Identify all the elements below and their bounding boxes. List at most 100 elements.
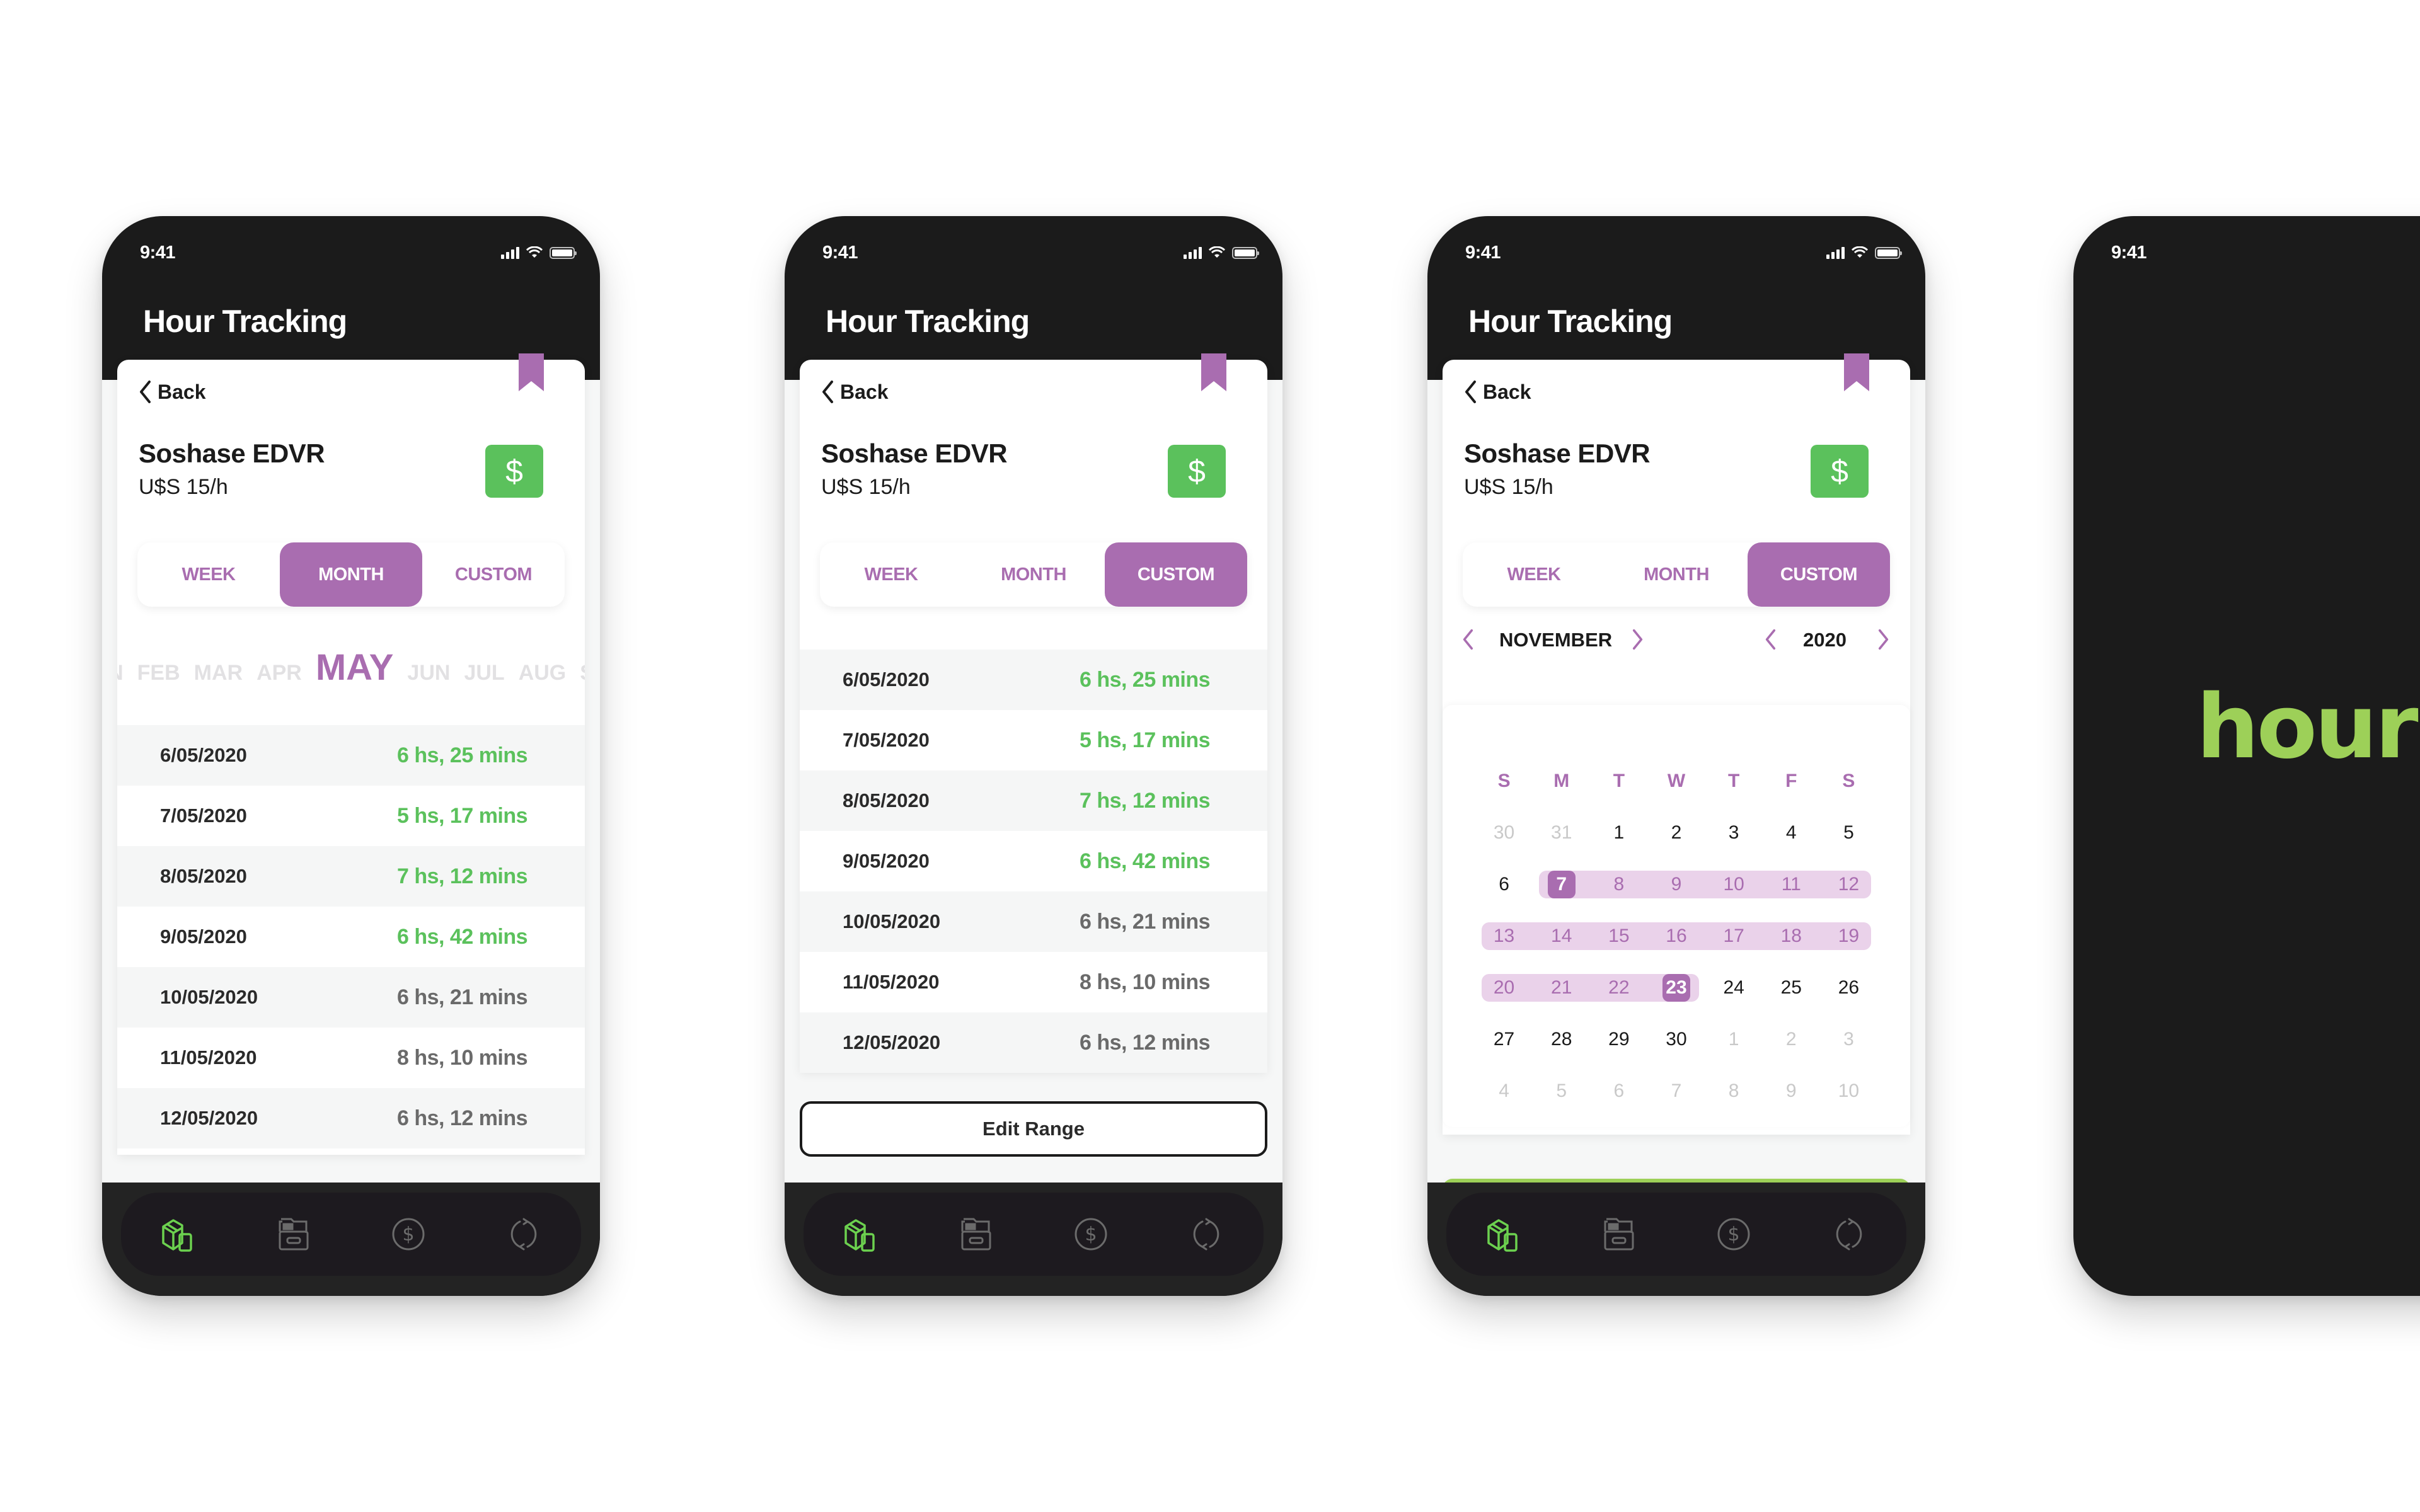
calendar-day[interactable]: 19 xyxy=(1820,922,1877,950)
calendar-day[interactable]: 25 xyxy=(1763,974,1820,1002)
calendar-day[interactable]: 2 xyxy=(1647,819,1705,847)
calendar-day[interactable]: 11 xyxy=(1763,871,1820,898)
calendar-day[interactable]: 30 xyxy=(1647,1026,1705,1053)
tab-archive[interactable] xyxy=(1600,1215,1638,1253)
calendar-day[interactable]: 26 xyxy=(1820,974,1877,1002)
tab-custom[interactable]: CUSTOM xyxy=(1105,542,1247,607)
entry-row[interactable]: 6/05/2020 6 hs, 25 mins xyxy=(117,725,585,786)
entry-row[interactable]: 11/05/2020 8 hs, 10 mins xyxy=(800,952,1267,1012)
prev-month-icon[interactable] xyxy=(1461,629,1474,650)
tab-archive[interactable] xyxy=(957,1215,995,1253)
tab-week[interactable]: WEEK xyxy=(137,542,280,607)
entry-row[interactable]: 7/05/2020 5 hs, 17 mins xyxy=(800,710,1267,770)
calendar-day[interactable]: 15 xyxy=(1590,922,1647,950)
calendar-day[interactable]: 10 xyxy=(1705,871,1763,898)
calendar-day[interactable]: 8 xyxy=(1590,871,1647,898)
calendar-day[interactable]: 2 xyxy=(1763,1026,1820,1053)
calendar-day[interactable]: 3 xyxy=(1705,819,1763,847)
back-button[interactable]: Back xyxy=(139,380,206,404)
calendar-day[interactable]: 9 xyxy=(1647,871,1705,898)
month-slider[interactable]: N FEB MAR APR MAY JUN JUL AUG S xyxy=(117,646,585,697)
calendar-day[interactable]: 16 xyxy=(1647,922,1705,950)
tab-sync[interactable] xyxy=(1187,1215,1225,1253)
entry-row[interactable]: 12/05/2020 6 hs, 12 mins xyxy=(117,1088,585,1148)
payment-button[interactable]: $ xyxy=(485,445,543,498)
month-selected[interactable]: MAY xyxy=(316,646,394,689)
bookmark-icon[interactable] xyxy=(519,353,544,391)
entry-row[interactable]: 12/05/2020 6 hs, 12 mins xyxy=(800,1012,1267,1073)
tab-month[interactable]: MONTH xyxy=(280,542,422,607)
month-option[interactable]: JUL xyxy=(464,661,504,685)
calendar-day[interactable]: 3 xyxy=(1820,1026,1877,1053)
tab-sync[interactable] xyxy=(1830,1215,1868,1253)
calendar-day[interactable]: 21 xyxy=(1533,974,1590,1002)
tab-sync[interactable] xyxy=(505,1215,543,1253)
calendar-day[interactable]: 7 xyxy=(1647,1077,1705,1105)
month-option[interactable]: JUN xyxy=(407,661,450,685)
tab-month[interactable]: MONTH xyxy=(1605,542,1748,607)
calendar-day[interactable]: 29 xyxy=(1590,1026,1647,1053)
calendar-day[interactable]: 31 xyxy=(1533,819,1590,847)
entry-row[interactable]: 10/05/2020 6 hs, 21 mins xyxy=(800,891,1267,952)
tab-projects[interactable] xyxy=(842,1215,880,1253)
calendar-day-selected[interactable]: 7 xyxy=(1533,871,1590,898)
bookmark-icon[interactable] xyxy=(1201,353,1226,391)
tab-payments[interactable] xyxy=(1072,1215,1110,1253)
tab-custom[interactable]: CUSTOM xyxy=(422,542,565,607)
calendar-day[interactable]: 6 xyxy=(1590,1077,1647,1105)
payment-button[interactable]: $ xyxy=(1168,445,1226,498)
tab-archive[interactable] xyxy=(275,1215,313,1253)
calendar-day[interactable]: 22 xyxy=(1590,974,1647,1002)
tab-week[interactable]: WEEK xyxy=(1463,542,1605,607)
next-year-icon[interactable] xyxy=(1877,629,1890,650)
calendar-day[interactable]: 1 xyxy=(1590,819,1647,847)
calendar-day[interactable]: 28 xyxy=(1533,1026,1590,1053)
tab-payments[interactable] xyxy=(1715,1215,1753,1253)
calendar-day[interactable]: 4 xyxy=(1475,1077,1533,1105)
tab-week[interactable]: WEEK xyxy=(820,542,962,607)
tab-month[interactable]: MONTH xyxy=(962,542,1105,607)
calendar-day[interactable]: 8 xyxy=(1705,1077,1763,1105)
calendar-day[interactable]: 20 xyxy=(1475,974,1533,1002)
entry-row[interactable]: 8/05/2020 7 hs, 12 mins xyxy=(117,846,585,907)
calendar-day[interactable]: 4 xyxy=(1763,819,1820,847)
entry-row[interactable]: 9/05/2020 6 hs, 42 mins xyxy=(800,831,1267,891)
entry-row[interactable]: 6/05/2020 6 hs, 25 mins xyxy=(800,650,1267,710)
calendar-day[interactable]: 13 xyxy=(1475,922,1533,950)
edit-range-button[interactable]: Edit Range xyxy=(800,1101,1267,1157)
calendar-day[interactable]: 27 xyxy=(1475,1026,1533,1053)
entry-row[interactable]: 7/05/2020 5 hs, 17 mins xyxy=(117,786,585,846)
tab-projects[interactable] xyxy=(159,1215,197,1253)
next-month-icon[interactable] xyxy=(1632,629,1644,650)
payment-button[interactable]: $ xyxy=(1811,445,1869,498)
month-option[interactable]: APR xyxy=(256,661,302,685)
month-option[interactable]: AUG xyxy=(519,661,567,685)
month-option[interactable]: MAR xyxy=(194,661,243,685)
month-option[interactable]: FEB xyxy=(137,661,180,685)
calendar-day[interactable]: 5 xyxy=(1820,819,1877,847)
calendar-day[interactable]: 12 xyxy=(1820,871,1877,898)
entry-row[interactable]: 9/05/2020 6 hs, 42 mins xyxy=(117,907,585,967)
calendar-day[interactable]: 5 xyxy=(1533,1077,1590,1105)
back-button[interactable]: Back xyxy=(1464,380,1531,404)
month-option[interactable]: S xyxy=(580,661,585,685)
tab-projects[interactable] xyxy=(1485,1215,1523,1253)
prev-year-icon[interactable] xyxy=(1764,629,1777,650)
entry-row[interactable]: 11/05/2020 8 hs, 10 mins xyxy=(117,1028,585,1088)
bookmark-icon[interactable] xyxy=(1844,353,1869,391)
calendar-day[interactable]: 17 xyxy=(1705,922,1763,950)
calendar-day[interactable]: 6 xyxy=(1475,871,1533,898)
tab-payments[interactable] xyxy=(389,1215,427,1253)
calendar-day[interactable]: 30 xyxy=(1475,819,1533,847)
entry-row[interactable]: 8/05/2020 7 hs, 12 mins xyxy=(800,770,1267,831)
calendar-day[interactable]: 1 xyxy=(1705,1026,1763,1053)
calendar-day[interactable]: 24 xyxy=(1705,974,1763,1002)
calendar-day-selected[interactable]: 23 xyxy=(1647,974,1705,1002)
calendar-day[interactable]: 10 xyxy=(1820,1077,1877,1105)
entry-row[interactable]: 10/05/2020 6 hs, 21 mins xyxy=(117,967,585,1028)
calendar-day[interactable]: 18 xyxy=(1763,922,1820,950)
calendar-day[interactable]: 14 xyxy=(1533,922,1590,950)
tab-custom[interactable]: CUSTOM xyxy=(1748,542,1890,607)
month-option[interactable]: N xyxy=(117,661,124,685)
back-button[interactable]: Back xyxy=(821,380,889,404)
